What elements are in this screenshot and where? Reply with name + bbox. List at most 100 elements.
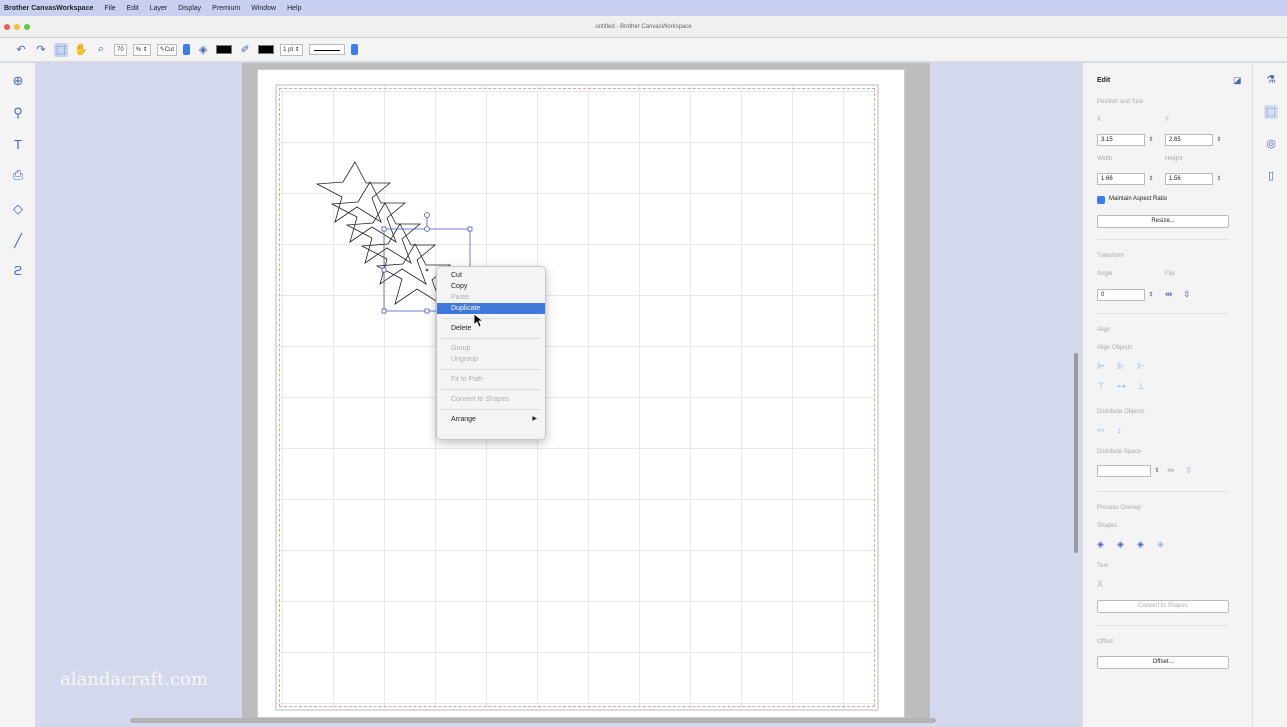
zoom-unit-stepper[interactable]: % ⇕ [132,43,151,56]
panel-collapse-icon[interactable]: ◪ [1233,75,1242,86]
distribute-horizontal-icon[interactable]: ⇿ [1097,425,1105,436]
menu-file[interactable]: File [104,5,115,12]
intersect-icon[interactable]: ◈ [1117,539,1124,550]
eraser-tool-icon[interactable]: ◇ [10,201,26,217]
context-menu-cut[interactable]: Cut [437,270,545,281]
text-tool-icon[interactable]: T [10,137,26,153]
fill-color-swatch[interactable] [216,45,233,54]
left-tool-strip: ⊕ ⚲ T ⎙ ◇ ╱ ϩ [0,63,36,727]
menu-premium[interactable]: Premium [212,5,240,12]
context-menu-copy[interactable]: Copy [437,281,545,292]
menu-divider [441,369,541,370]
context-menu-duplicate[interactable]: Duplicate [437,303,545,314]
curve-tool-icon[interactable]: ϩ [10,263,26,279]
height-input[interactable]: 1.56 [1165,173,1213,185]
width-stepper[interactable]: ⇕ [1145,173,1157,185]
align-center-icon[interactable]: ⊪ [1117,361,1125,372]
angle-stepper[interactable]: ⇕ [1145,289,1157,301]
line-style-dropdown-button[interactable] [350,44,358,55]
select-tool-icon[interactable]: ⬚ [54,42,68,57]
distribute-space-horizontal-icon[interactable]: ⇹ [1167,465,1175,476]
distribute-space-input[interactable] [1097,465,1151,477]
menu-divider [441,409,541,410]
line-color-swatch[interactable] [258,45,275,54]
offset-button[interactable]: Offset... [1097,656,1229,669]
menu-window[interactable]: Window [251,5,276,12]
x-input[interactable]: 3.15 [1097,134,1145,146]
edit-tab-icon[interactable]: ⬚ [1264,105,1278,119]
transform-heading: Transform [1097,253,1125,259]
offset-heading: Offset [1097,639,1113,645]
context-menu-delete[interactable]: Delete [437,323,545,334]
weld-icon[interactable]: ◈ [1097,539,1104,550]
fill-bucket-icon[interactable]: ◈ [196,43,210,57]
position-size-heading: Position and Size [1097,99,1144,105]
zoom-input[interactable]: 70 [114,43,127,56]
redo-icon[interactable]: ↷ [34,43,48,57]
menu-help[interactable]: Help [287,5,301,12]
page-tab-icon[interactable]: ▯ [1264,169,1278,183]
context-menu-paste[interactable]: Paste [437,292,545,303]
line-width-input[interactable]: 1 pt ⇕ [280,43,303,56]
panel-title: Edit [1097,77,1111,84]
subtract-icon[interactable]: ◈ [1137,539,1144,550]
flip-horizontal-icon[interactable]: ⇹ [1165,289,1173,300]
x-label: X [1097,117,1102,123]
vertical-scrollbar[interactable] [1074,353,1078,553]
line-style-select[interactable] [308,44,345,55]
context-menu-group[interactable]: Group [437,343,545,354]
align-top-icon[interactable]: ⊤ [1097,381,1105,392]
menu-display[interactable]: Display [178,5,201,12]
context-menu-ungroup[interactable]: Ungroup [437,354,545,365]
hand-tool-icon[interactable]: ✋ [74,43,88,57]
width-label: Width [1097,156,1113,162]
convert-to-shapes-button[interactable]: Convert to Shapes [1097,600,1229,613]
context-menu-fit-to-path[interactable]: Fit to Path [437,374,545,385]
context-menu-arrange[interactable]: Arrange ▶ [437,414,545,425]
maintain-aspect-checkbox[interactable] [1097,196,1105,204]
align-bottom-icon[interactable]: ⊥ [1137,381,1145,392]
distribute-vertical-icon[interactable]: ↕ [1117,425,1122,435]
align-right-icon[interactable]: ⊩ [1137,361,1145,372]
distribute-space-stepper[interactable]: ⇕ [1151,465,1163,477]
exclude-icon[interactable]: ◈ [1157,539,1164,550]
height-stepper[interactable]: ⇕ [1213,173,1225,185]
menu-edit[interactable]: Edit [127,5,139,12]
edit-panel: Edit ◪ Position and Size X Y 3.15 ⇕ 2.65… [1082,63,1252,727]
menu-app-name[interactable]: Brother CanvasWorkspace [4,5,93,12]
context-menu-convert-to-shapes[interactable]: Convert to Shapes [437,394,545,405]
shapes-tool-icon[interactable]: ⚲ [10,105,26,121]
angle-label: Angle [1097,271,1113,277]
pen-settings-tab-icon[interactable]: ⚗ [1264,73,1278,87]
horizontal-scrollbar[interactable] [130,718,936,723]
undo-icon[interactable]: ↶ [14,43,28,57]
window-titlebar: untitled - Brother CanvasWorkspace [0,16,1287,38]
text-outline-icon[interactable]: Ẋ [1097,579,1103,589]
y-input[interactable]: 2.65 [1165,134,1213,146]
menu-divider [441,389,541,390]
align-left-icon[interactable]: ⊫ [1097,361,1105,372]
menu-layer[interactable]: Layer [150,5,168,12]
height-label: Height [1165,156,1183,162]
x-stepper[interactable]: ⇕ [1145,134,1157,146]
y-stepper[interactable]: ⇕ [1213,134,1225,146]
canvas-area[interactable]: alandacraft.com [36,63,1078,718]
distribute-space-vertical-icon[interactable]: ⇳ [1185,465,1193,476]
align-middle-icon[interactable]: ⊶ [1117,381,1126,392]
cut-mode-dropdown-button[interactable] [183,44,191,55]
line-pen-icon[interactable]: ✐ [238,43,252,57]
cutting-mat-grid [275,84,879,711]
add-shape-icon[interactable]: ⊕ [10,73,26,89]
canvas-page[interactable] [257,69,905,718]
cut-mode-select[interactable]: ✎ Cut [156,43,178,56]
width-input[interactable]: 1.66 [1097,173,1145,185]
panel-divider [1097,313,1229,314]
zoom-tool-icon[interactable]: ⌕ [94,43,108,57]
flip-vertical-icon[interactable]: ⇳ [1183,289,1191,300]
submenu-arrow-icon: ▶ [532,416,537,422]
layers-tab-icon[interactable]: ◎ [1264,137,1278,151]
line-tool-icon[interactable]: ╱ [10,233,26,249]
angle-input[interactable]: 0 [1097,289,1145,301]
scan-tool-icon[interactable]: ⎙ [10,167,26,183]
resize-button[interactable]: Resize... [1097,215,1229,228]
